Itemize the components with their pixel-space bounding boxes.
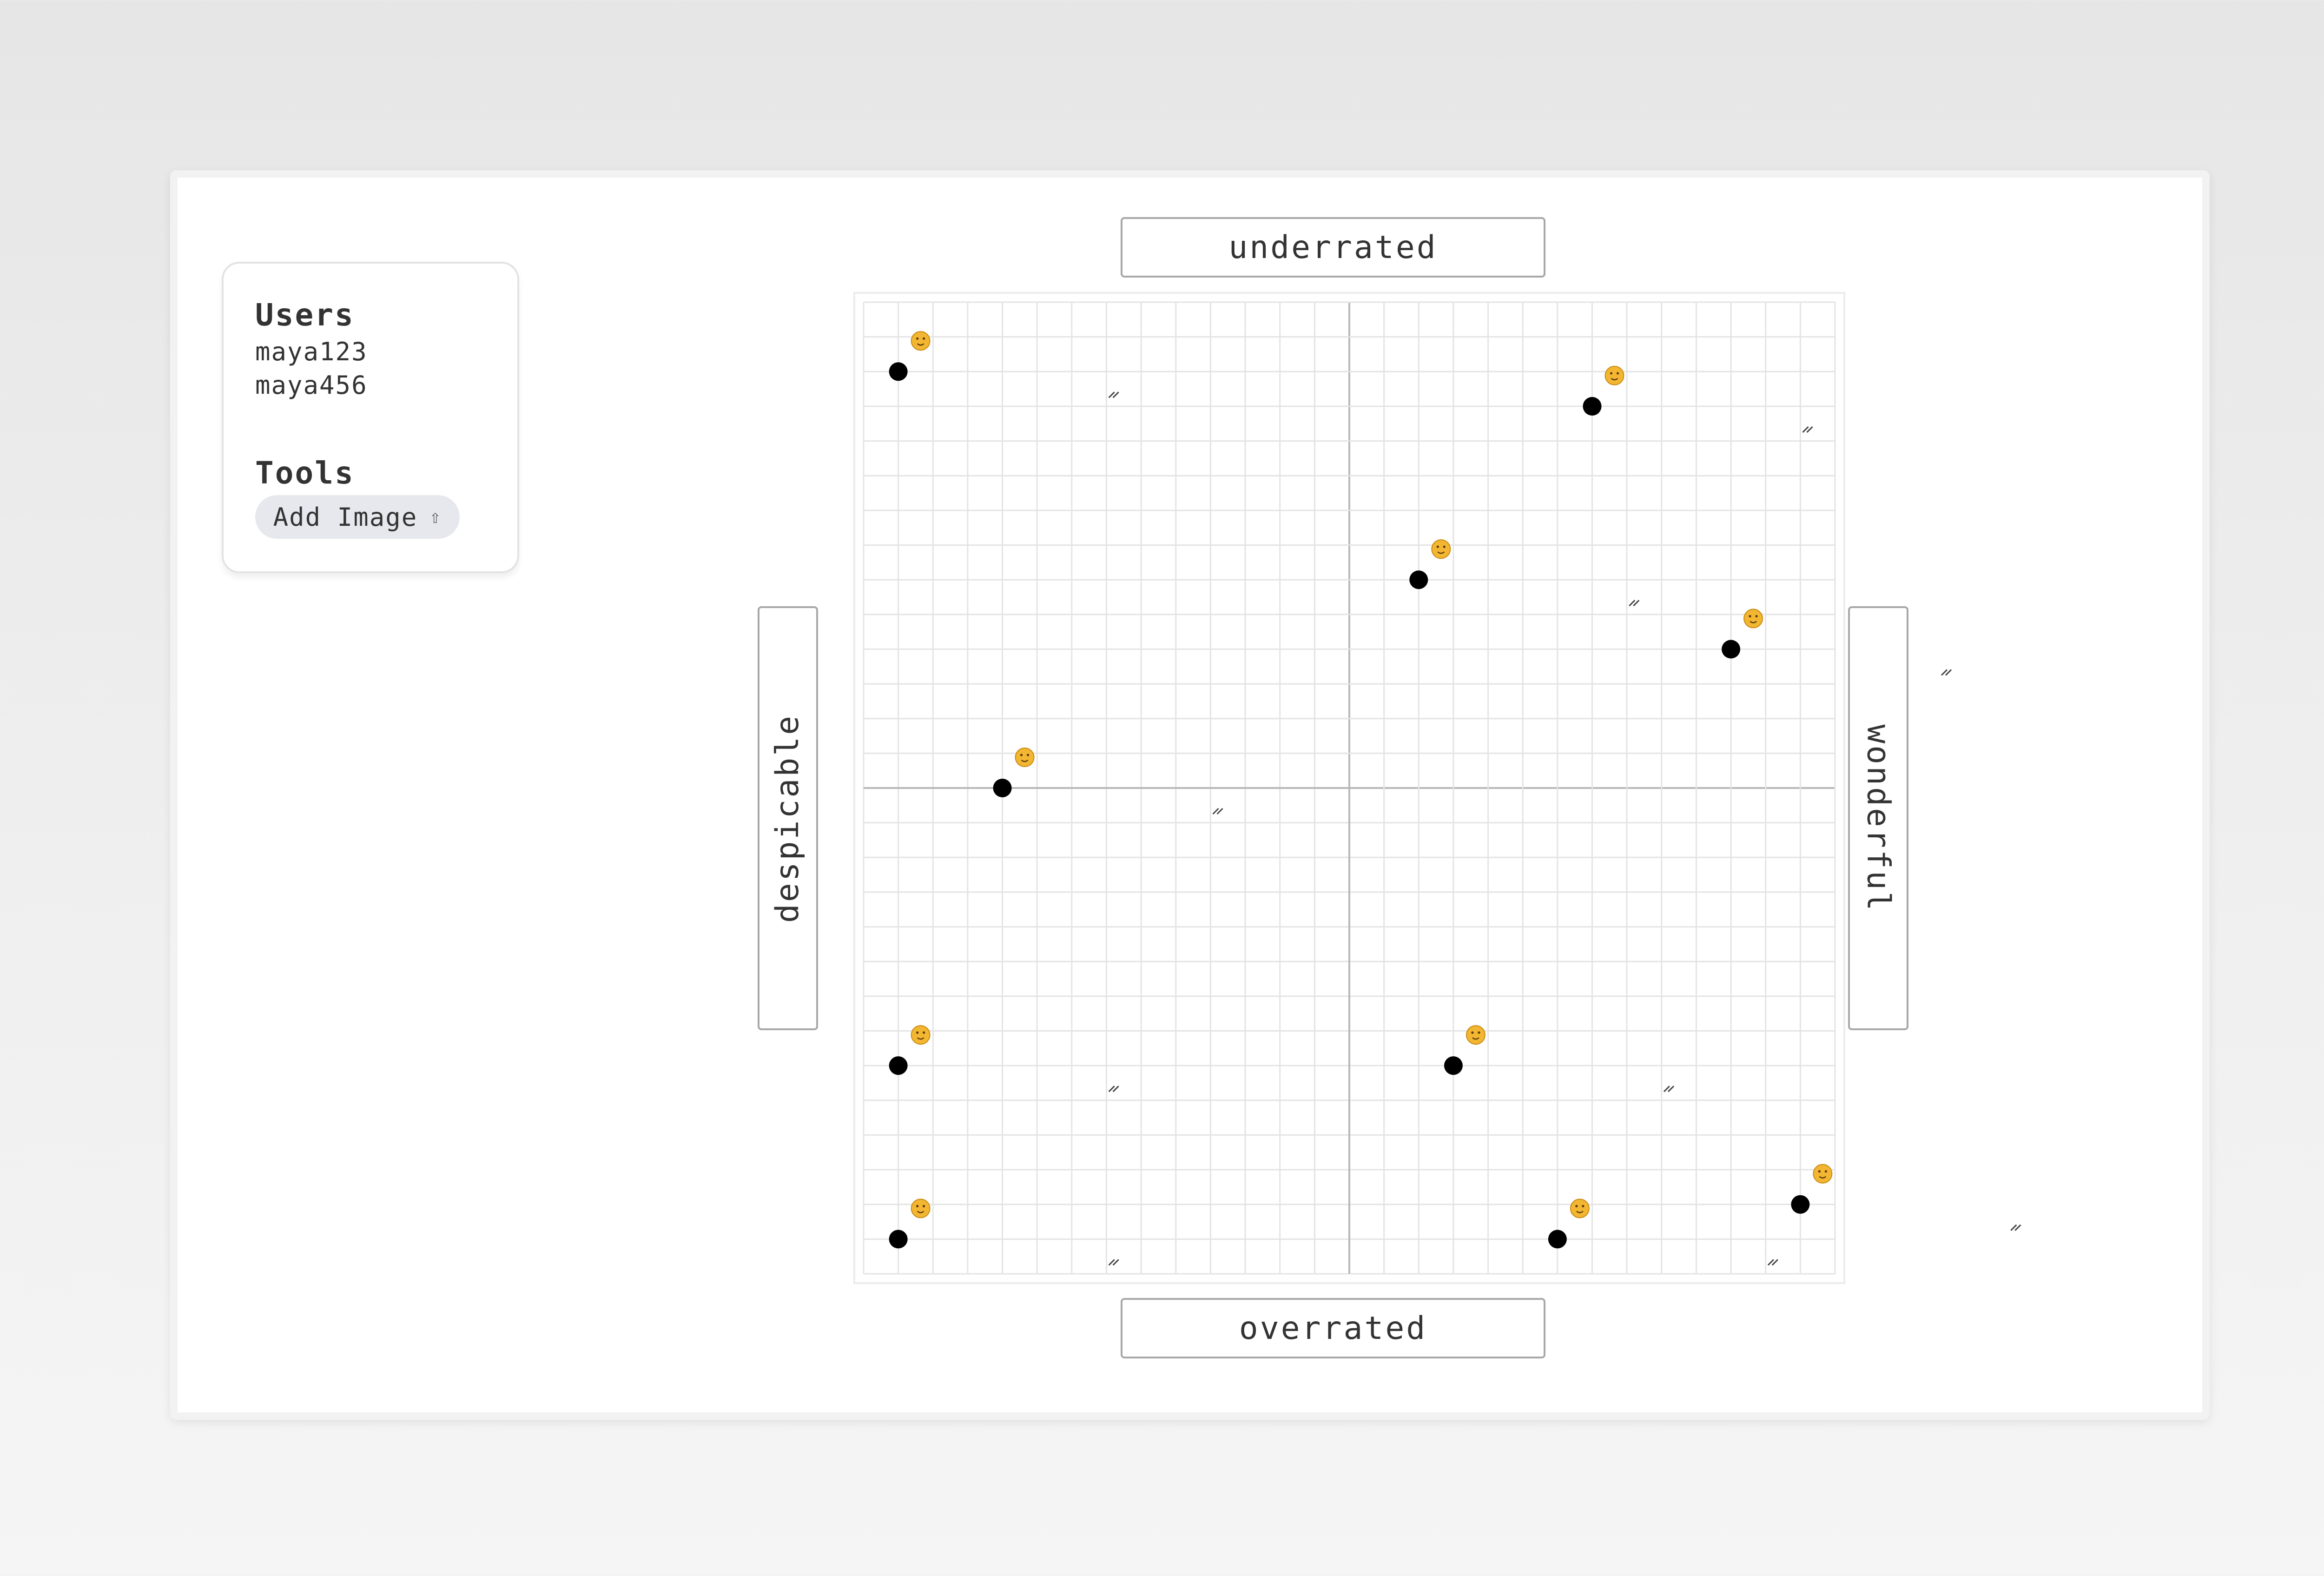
astonished-face-emoji[interactable] xyxy=(911,331,931,351)
relieved-face-emoji[interactable] xyxy=(1431,539,1451,559)
point-handle[interactable] xyxy=(1722,640,1741,659)
point-handle[interactable] xyxy=(1548,1230,1567,1249)
point-handle[interactable] xyxy=(1409,570,1428,589)
point-handle[interactable] xyxy=(993,779,1012,797)
point-handle[interactable] xyxy=(889,362,908,381)
point-handle[interactable] xyxy=(889,1056,908,1075)
resize-handle-icon[interactable] xyxy=(1941,669,1952,676)
point-handle[interactable] xyxy=(1583,397,1602,416)
angry-face-emoji[interactable] xyxy=(1015,748,1035,767)
tongue-face-emoji[interactable] xyxy=(1743,609,1763,629)
laughing-face-emoji[interactable] xyxy=(911,1199,931,1218)
nauseated-face-emoji[interactable] xyxy=(911,1025,931,1045)
star-struck-face-emoji[interactable] xyxy=(1570,1199,1590,1218)
dancers-emoji[interactable] xyxy=(1466,1025,1486,1045)
point-handle[interactable] xyxy=(1791,1195,1810,1214)
point-handle[interactable] xyxy=(1444,1056,1463,1075)
resize-handle-icon[interactable] xyxy=(2010,1224,2021,1231)
pumpkin-emoji[interactable] xyxy=(1604,365,1624,385)
rating-grid[interactable] xyxy=(0,0,2324,1576)
crying-cat-emoji[interactable] xyxy=(1813,1164,1833,1184)
point-handle[interactable] xyxy=(889,1230,908,1249)
